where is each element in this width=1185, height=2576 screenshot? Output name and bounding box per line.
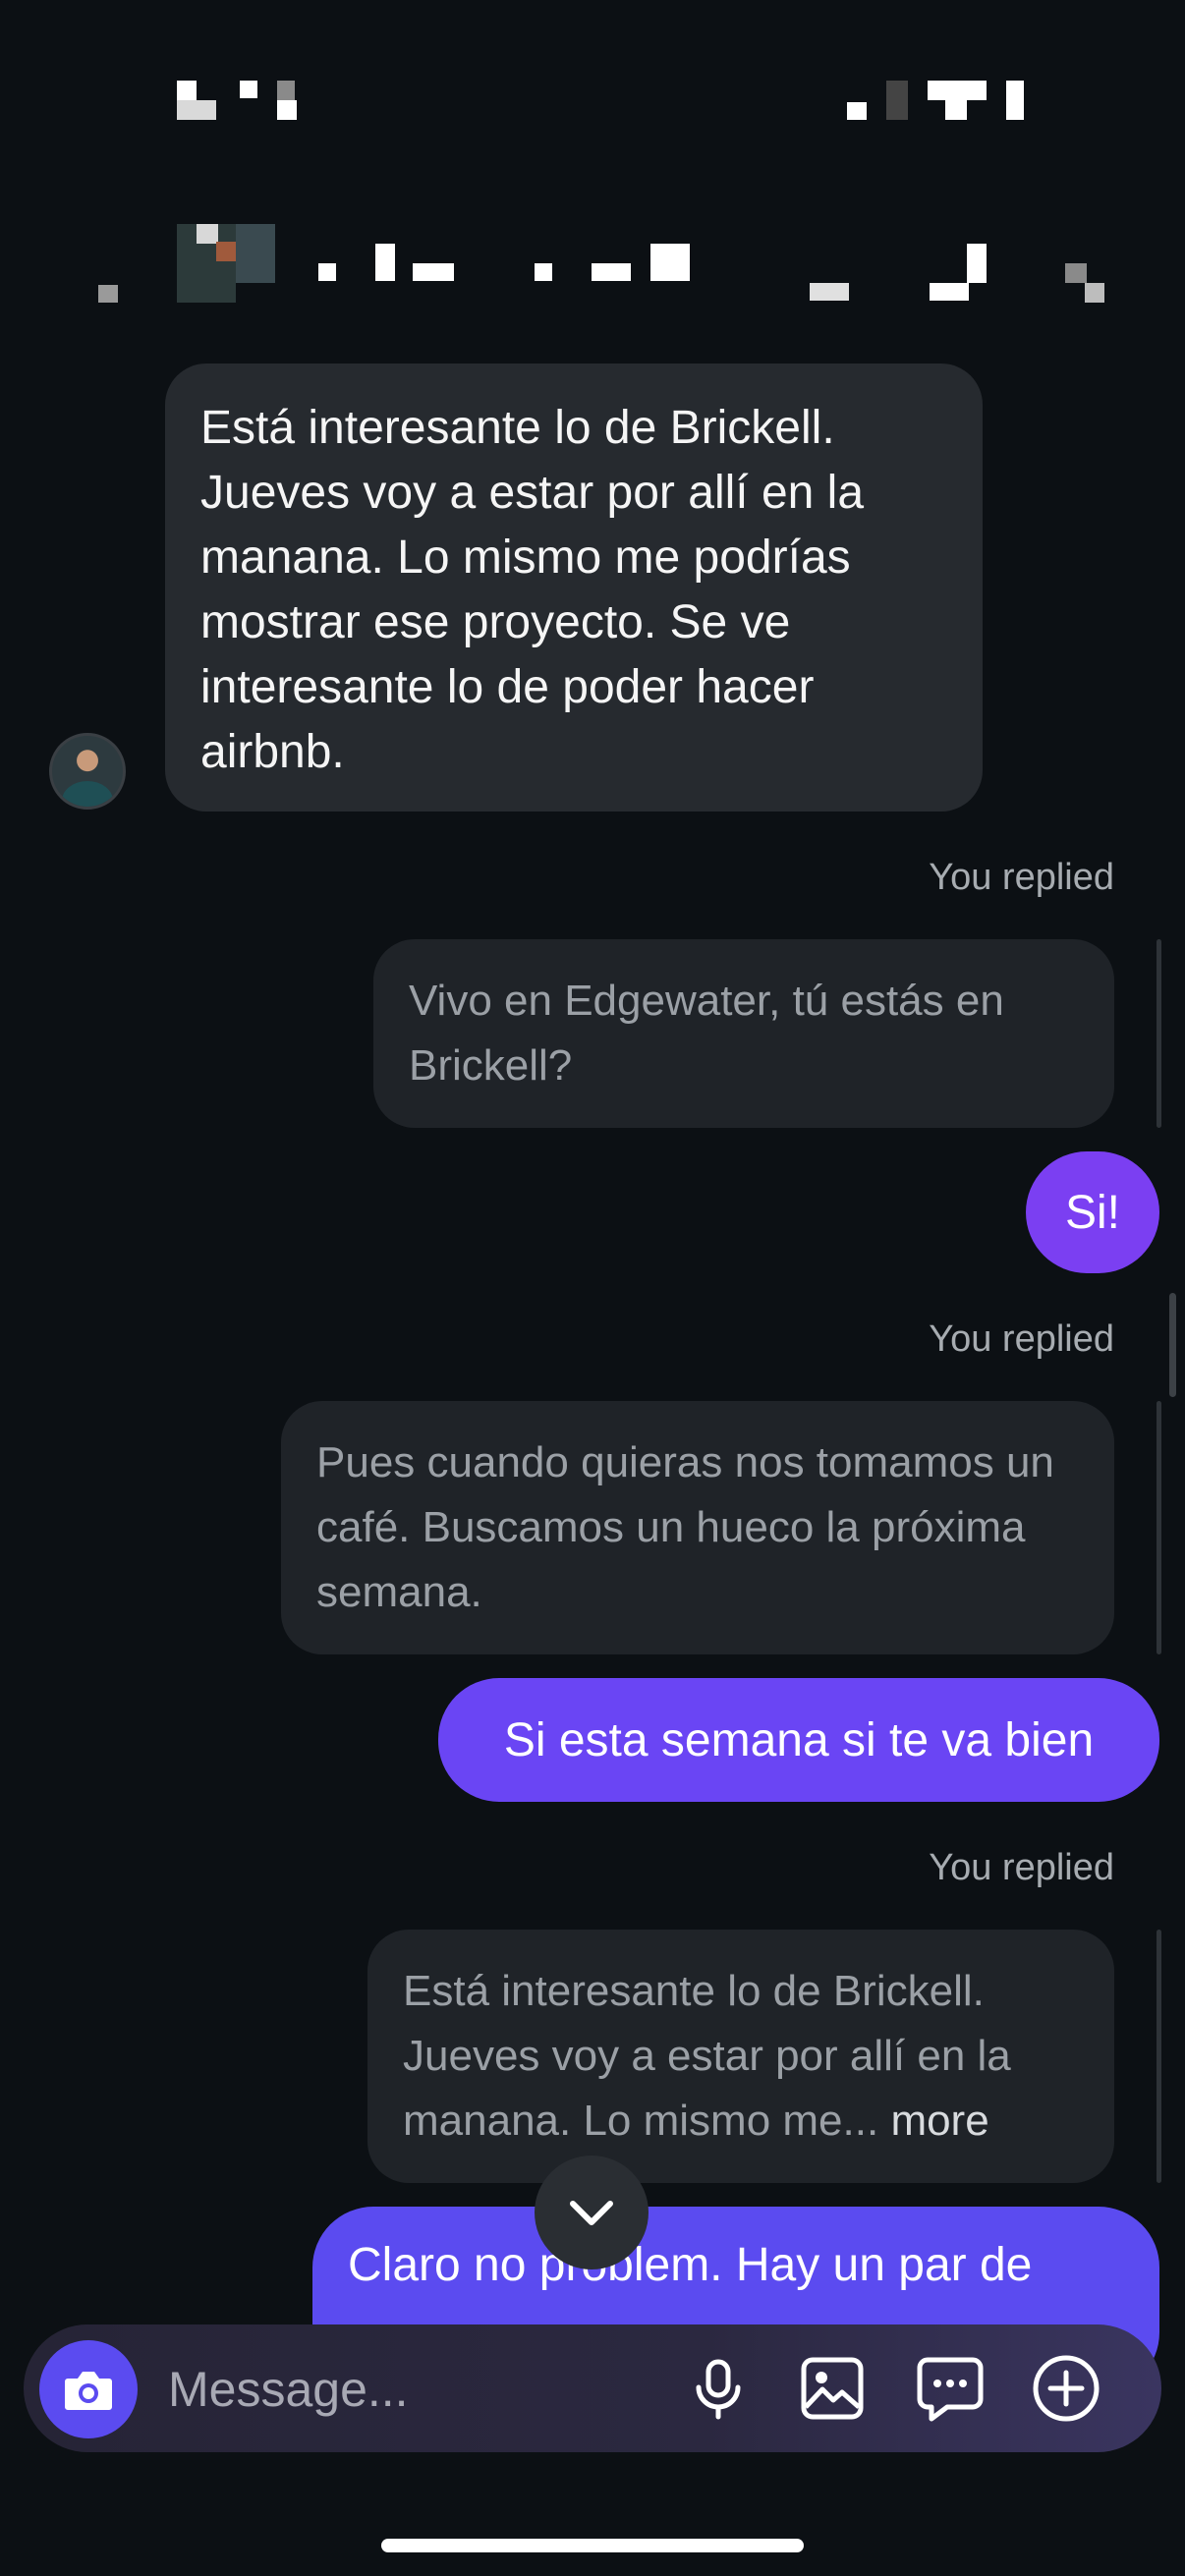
quote-bar: [1157, 939, 1161, 1128]
gallery-button[interactable]: [794, 2350, 871, 2427]
camera-icon: [65, 2372, 112, 2410]
gallery-icon: [801, 2357, 864, 2420]
sticker-chat-icon: [917, 2357, 984, 2422]
message-input[interactable]: [166, 2352, 465, 2427]
sticker-button[interactable]: [912, 2350, 988, 2427]
chevron-down-icon: [570, 2201, 613, 2225]
message-composer: [24, 2324, 1161, 2452]
microphone-icon: [696, 2359, 741, 2420]
home-indicator[interactable]: [381, 2539, 804, 2552]
outgoing-message[interactable]: Si esta semana si te va bien: [438, 1678, 1159, 1802]
outgoing-message[interactable]: Si!: [1026, 1151, 1159, 1273]
quote-bar: [1157, 1930, 1161, 2183]
you-replied-label: You replied: [929, 1847, 1114, 1888]
more-link[interactable]: more: [890, 2097, 988, 2145]
scroll-to-bottom-button[interactable]: [535, 2156, 649, 2269]
you-replied-label: You replied: [929, 1318, 1114, 1360]
quoted-message[interactable]: Está interesante lo de Brickell. Jueves …: [367, 1930, 1114, 2183]
add-icon: [1033, 2355, 1100, 2422]
voice-button[interactable]: [680, 2350, 757, 2427]
quoted-message[interactable]: Pues cuando quieras nos tomamos un café.…: [281, 1401, 1114, 1654]
add-button[interactable]: [1028, 2350, 1104, 2427]
quoted-message[interactable]: Vivo en Edgewater, tú estás en Brickell?: [373, 939, 1114, 1128]
you-replied-label: You replied: [929, 857, 1114, 898]
scrollbar[interactable]: [1169, 1293, 1176, 1397]
quote-bar: [1157, 1401, 1161, 1654]
avatar[interactable]: [49, 733, 126, 810]
incoming-message[interactable]: Está interesante lo de Brickell. Jueves …: [165, 364, 983, 812]
camera-button[interactable]: [39, 2340, 138, 2438]
